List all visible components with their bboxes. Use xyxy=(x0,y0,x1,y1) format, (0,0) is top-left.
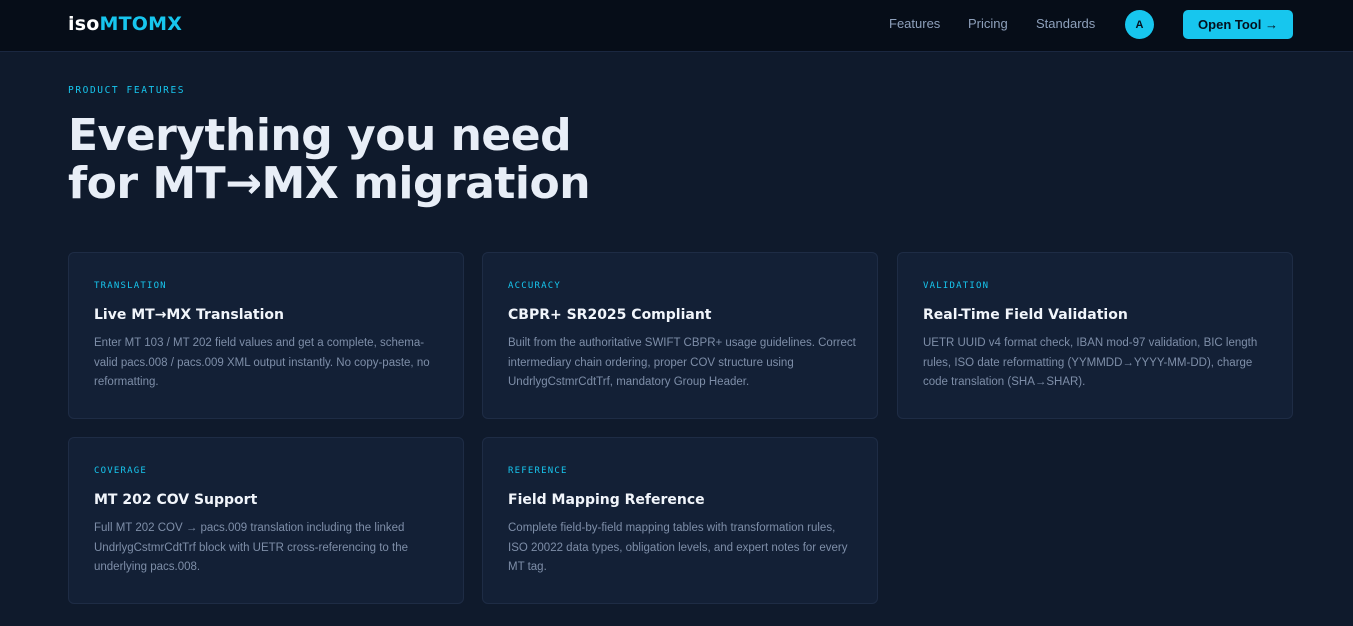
card-body: Complete field-by-field mapping tables w… xyxy=(508,522,848,573)
headline-line-2: for MT→MX migration xyxy=(68,158,591,209)
feature-card-coverage: COVERAGE MT 202 COV Support Full MT 202 … xyxy=(68,437,464,604)
card-tag: REFERENCE xyxy=(508,466,568,476)
nav-link-pricing[interactable]: Pricing xyxy=(968,16,1008,32)
logo-prefix: iso xyxy=(68,13,100,35)
nav-link-features[interactable]: Features xyxy=(889,16,940,32)
user-avatar[interactable]: A xyxy=(1125,10,1154,39)
logo[interactable]: isoMTOMX xyxy=(68,12,182,36)
card-title: Real-Time Field Validation xyxy=(923,307,1128,323)
nav-link-standards[interactable]: Standards xyxy=(1036,16,1095,32)
section-eyebrow: PRODUCT FEATURES xyxy=(68,85,186,96)
card-title: Live MT→MX Translation xyxy=(94,307,285,323)
card-title: MT 202 COV Support xyxy=(94,492,258,508)
feature-card-accuracy: ACCURACY CBPR+ SR2025 Compliant Built fr… xyxy=(482,252,878,419)
card-tag: TRANSLATION xyxy=(94,281,167,291)
card-title: CBPR+ SR2025 Compliant xyxy=(508,307,712,323)
card-body: Built from the authoritative SWIFT CBPR+… xyxy=(508,337,856,388)
feature-card-validation: VALIDATION Real-Time Field Validation UE… xyxy=(897,252,1293,419)
card-tag: VALIDATION xyxy=(923,281,990,291)
feature-card-reference: REFERENCE Field Mapping Reference Comple… xyxy=(482,437,878,604)
card-title: Field Mapping Reference xyxy=(508,492,705,508)
page-headline: Everything you need for MT→MX migration xyxy=(68,112,968,208)
headline-line-1: Everything you need xyxy=(68,110,572,161)
logo-suffix: MTOMX xyxy=(99,13,183,35)
top-nav-bar: isoMTOMX Features Pricing Standards A Op… xyxy=(0,0,1353,52)
feature-card-translation: TRANSLATION Live MT→MX Translation Enter… xyxy=(68,252,464,419)
card-tag: ACCURACY xyxy=(508,281,561,291)
card-body: Full MT 202 COV → pacs.009 translation i… xyxy=(94,522,408,573)
card-tag: COVERAGE xyxy=(94,466,147,476)
card-body: UETR UUID v4 format check, IBAN mod-97 v… xyxy=(923,337,1258,388)
card-body: Enter MT 103 / MT 202 field values and g… xyxy=(94,337,430,388)
open-tool-button[interactable]: Open Tool → xyxy=(1183,10,1293,39)
